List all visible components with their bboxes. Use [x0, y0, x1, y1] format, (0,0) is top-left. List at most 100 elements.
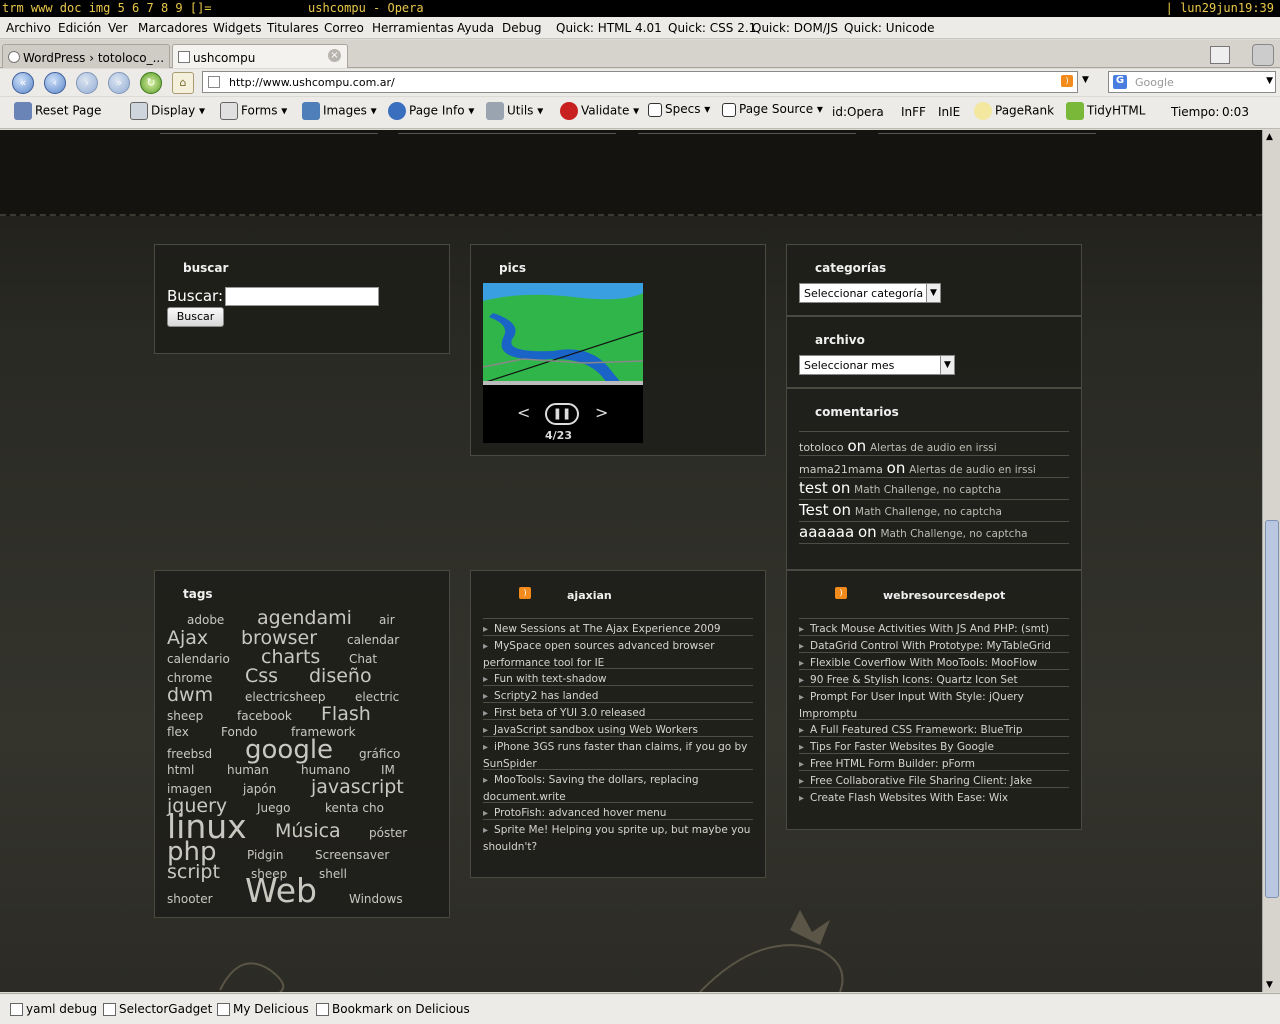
- reload-icon[interactable]: ↻: [140, 72, 162, 94]
- rewind-icon[interactable]: «: [12, 72, 34, 94]
- tidyhtml-button[interactable]: TidyHTML: [1066, 102, 1145, 120]
- tag-link[interactable]: humano: [301, 763, 350, 777]
- tag-link[interactable]: Windows: [349, 892, 403, 906]
- menu-quick-unicode[interactable]: Quick: Unicode: [844, 21, 934, 35]
- tag-link[interactable]: chrome: [167, 671, 212, 685]
- next-icon[interactable]: >: [595, 403, 608, 422]
- forward-icon[interactable]: ›: [76, 72, 98, 94]
- menu-edicion[interactable]: Edición: [58, 21, 101, 35]
- menu-widgets[interactable]: Widgets: [213, 21, 262, 35]
- tag-link[interactable]: gráfico: [359, 747, 400, 761]
- address-field[interactable]: http://www.ushcompu.com.ar/ ): [202, 71, 1078, 93]
- bookmark-on-delicious[interactable]: Bookmark on Delicious: [316, 1002, 470, 1016]
- feed-item[interactable]: Sprite Me! Helping you sprite up, but ma…: [483, 819, 753, 855]
- previous-icon[interactable]: <: [517, 403, 530, 422]
- address-dropdown-icon[interactable]: ▼: [1082, 75, 1089, 85]
- tag-link[interactable]: dwm: [167, 684, 213, 706]
- tag-link[interactable]: sheep: [167, 709, 203, 723]
- scroll-up-icon[interactable]: ▲: [1266, 132, 1273, 142]
- inie-button[interactable]: InIE: [938, 105, 960, 119]
- tag-link[interactable]: imagen: [167, 782, 212, 796]
- feed-item[interactable]: Create Flash Websites With Ease: Wix: [799, 787, 1069, 807]
- tag-link[interactable]: Juego: [257, 801, 291, 815]
- tag-link[interactable]: japón: [243, 782, 276, 796]
- vertical-scrollbar[interactable]: ▲ ▼: [1262, 130, 1280, 992]
- inff-button[interactable]: InFF: [901, 105, 926, 119]
- tag-link[interactable]: html: [167, 763, 194, 777]
- slideshow-image[interactable]: [483, 283, 643, 385]
- tag-link[interactable]: script: [167, 861, 220, 883]
- tag-link[interactable]: IM: [381, 763, 395, 777]
- tag-link[interactable]: facebook: [237, 709, 292, 723]
- tag-link[interactable]: adobe: [187, 613, 224, 627]
- rss-feed-icon[interactable]: ): [835, 587, 847, 599]
- rss-feed-icon[interactable]: ): [519, 587, 531, 599]
- feed-item[interactable]: Prompt For User Input With Style: jQuery…: [799, 686, 1069, 722]
- tag-link[interactable]: air: [379, 613, 395, 627]
- wm-tags[interactable]: trm www doc img 5 6 7 8 9 []=: [2, 1, 212, 15]
- tab-wordpress[interactable]: WordPress › totoloco_...: [2, 44, 170, 68]
- tag-link[interactable]: Css: [245, 665, 278, 687]
- comment-item[interactable]: test on Math Challenge, no captcha: [799, 478, 1069, 500]
- tag-link[interactable]: kenta cho: [325, 801, 384, 815]
- feed-item[interactable]: iPhone 3GS runs faster than claims, if y…: [483, 736, 753, 772]
- images-menu[interactable]: Images ▾: [302, 102, 377, 120]
- tag-link[interactable]: Chat: [349, 652, 377, 666]
- forms-menu[interactable]: Forms ▾: [220, 102, 287, 120]
- bookmark-yaml-debug[interactable]: yaml debug: [10, 1002, 97, 1016]
- validate-menu[interactable]: Validate ▾: [560, 102, 639, 120]
- search-button[interactable]: Buscar: [167, 307, 224, 327]
- tag-link[interactable]: Flash: [321, 703, 371, 725]
- page-source-menu[interactable]: Page Source ▾: [722, 102, 823, 117]
- search-input[interactable]: [225, 287, 379, 306]
- menu-ver[interactable]: Ver: [108, 21, 128, 35]
- close-tab-icon[interactable]: ×: [328, 49, 341, 62]
- comment-item[interactable]: mama21mama on Alertas de audio en irssi: [799, 456, 1069, 478]
- menu-marcadores[interactable]: Marcadores: [138, 21, 208, 35]
- tag-link[interactable]: póster: [369, 826, 407, 840]
- category-select[interactable]: Seleccionar categoría ▼: [799, 283, 941, 303]
- tag-link[interactable]: calendar: [347, 633, 399, 647]
- menu-titulares[interactable]: Titulares: [267, 21, 319, 35]
- bookmark-selectorgadget[interactable]: SelectorGadget: [103, 1002, 212, 1016]
- tag-link[interactable]: flex: [167, 725, 189, 739]
- tag-link[interactable]: javascript: [311, 776, 404, 798]
- comment-item[interactable]: Test on Math Challenge, no captcha: [799, 500, 1069, 522]
- tab-ushcompu[interactable]: ushcompu ×: [172, 44, 348, 68]
- home-icon[interactable]: ⌂: [172, 72, 194, 94]
- feed-item[interactable]: MooTools: Saving the dollars, replacing …: [483, 769, 753, 805]
- tag-link[interactable]: shell: [319, 867, 347, 881]
- tag-link[interactable]: diseño: [309, 665, 372, 687]
- menu-archivo[interactable]: Archivo: [6, 21, 51, 35]
- tag-link[interactable]: agendami: [257, 607, 352, 629]
- fast-forward-icon[interactable]: »: [108, 72, 130, 94]
- id-opera-button[interactable]: id:Opera: [832, 105, 884, 119]
- menu-quick-html[interactable]: Quick: HTML 4.01: [556, 21, 662, 35]
- menu-quick-domjs[interactable]: Quick: DOM/JS: [752, 21, 838, 35]
- comment-item[interactable]: totoloco on Alertas de audio en irssi: [799, 434, 1069, 456]
- tag-link[interactable]: Screensaver: [315, 848, 389, 862]
- search-field[interactable]: G Google ▼: [1108, 71, 1276, 93]
- specs-menu[interactable]: Specs ▾: [648, 102, 710, 117]
- menu-quick-css[interactable]: Quick: CSS 2.1: [668, 21, 756, 35]
- tag-link[interactable]: human: [227, 763, 269, 777]
- trash-icon[interactable]: [1252, 44, 1274, 66]
- tag-link[interactable]: electricsheep: [245, 690, 326, 704]
- tag-link[interactable]: shooter: [167, 892, 213, 906]
- scroll-down-icon[interactable]: ▼: [1266, 980, 1273, 990]
- menu-ayuda[interactable]: Ayuda: [457, 21, 494, 35]
- reset-page-button[interactable]: Reset Page: [14, 102, 101, 120]
- tag-link[interactable]: Música: [275, 820, 341, 842]
- search-dropdown-icon[interactable]: ▼: [1266, 76, 1273, 86]
- utils-menu[interactable]: Utils ▾: [486, 102, 543, 120]
- menu-debug[interactable]: Debug: [502, 21, 541, 35]
- tag-link[interactable]: electric: [355, 690, 399, 704]
- tag-link[interactable]: calendario: [167, 652, 230, 666]
- menu-herramientas[interactable]: Herramientas: [372, 21, 454, 35]
- bookmark-my-delicious[interactable]: My Delicious: [217, 1002, 309, 1016]
- page-info-menu[interactable]: Page Info ▾: [388, 102, 474, 120]
- comment-item[interactable]: aaaaaa on Math Challenge, no captcha: [799, 522, 1069, 544]
- month-select[interactable]: Seleccionar mes ▼: [799, 355, 955, 375]
- tag-link[interactable]: Ajax: [167, 627, 208, 649]
- display-menu[interactable]: Display ▾: [130, 102, 205, 120]
